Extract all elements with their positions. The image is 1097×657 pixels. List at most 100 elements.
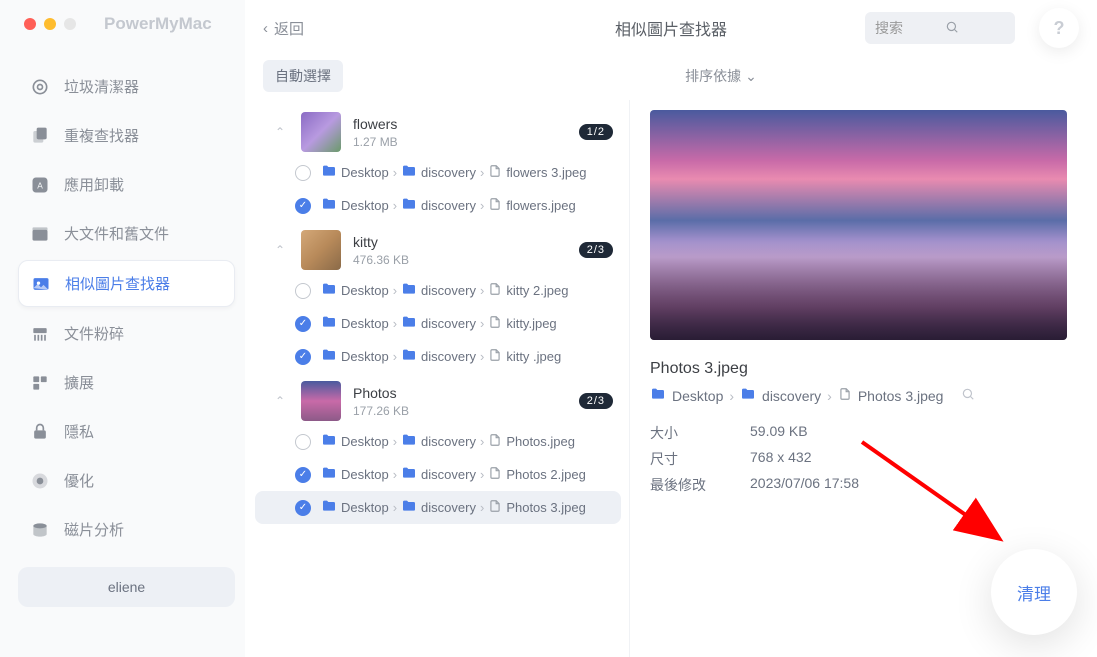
file-path: Desktop›discovery›kitty .jpeg xyxy=(321,347,561,366)
folder-icon xyxy=(401,163,417,182)
folder-icon xyxy=(650,386,666,405)
back-button[interactable]: ‹ 返回 xyxy=(263,18,304,39)
window-controls: PowerMyMac xyxy=(18,14,245,34)
checkbox[interactable] xyxy=(295,198,311,214)
folder-icon xyxy=(321,432,337,451)
sidebar-item-label: 應用卸載 xyxy=(64,174,124,195)
checkbox[interactable] xyxy=(295,283,311,299)
file-icon xyxy=(488,164,502,181)
file-icon xyxy=(488,499,502,516)
sidebar-item-3[interactable]: 大文件和舊文件 xyxy=(18,211,235,256)
file-icon xyxy=(838,387,852,404)
close-window-icon[interactable] xyxy=(24,18,36,30)
file-path: Desktop›discovery›flowers 3.jpeg xyxy=(321,163,587,182)
folder-icon xyxy=(401,314,417,333)
file-name: Photos 2.jpeg xyxy=(506,467,586,482)
sidebar-item-4[interactable]: 相似圖片查找器 xyxy=(18,260,235,307)
group-header: ⌃ flowers 1.27 MB 1/2 xyxy=(255,104,629,156)
group-count-badge: 2/3 xyxy=(579,393,613,409)
file-icon xyxy=(488,348,502,365)
folder-icon xyxy=(401,196,417,215)
file-icon xyxy=(488,282,502,299)
page-title: 相似圖片查找器 xyxy=(615,16,727,40)
group-size: 177.26 KB xyxy=(353,404,409,418)
lock-icon xyxy=(30,422,50,442)
sidebar-item-label: 磁片分析 xyxy=(64,519,124,540)
file-row[interactable]: Desktop›discovery›Photos.jpeg xyxy=(255,425,621,458)
preview-filename: Photos 3.jpeg xyxy=(650,360,1067,378)
sidebar-item-9[interactable]: 磁片分析 xyxy=(18,507,235,552)
rocket-icon xyxy=(30,471,50,491)
group-name: Photos xyxy=(353,385,409,401)
sidebar-item-7[interactable]: 隱私 xyxy=(18,409,235,454)
file-name: Photos 3.jpeg xyxy=(506,500,586,515)
sidebar-item-label: 大文件和舊文件 xyxy=(64,223,169,244)
file-row[interactable]: Desktop›discovery›kitty.jpeg xyxy=(255,307,621,340)
file-path: Desktop›discovery›Photos.jpeg xyxy=(321,432,575,451)
file-row[interactable]: Desktop›discovery›kitty .jpeg xyxy=(255,340,621,373)
app-icon: A xyxy=(30,175,50,195)
reveal-in-finder-icon[interactable] xyxy=(961,387,975,404)
sort-dropdown[interactable]: 排序依據 ⌄ xyxy=(685,66,757,86)
file-row[interactable]: Desktop›discovery›Photos 2.jpeg xyxy=(255,458,621,491)
chevron-left-icon: ‹ xyxy=(263,20,268,37)
broom-icon xyxy=(30,77,50,97)
folder-icon xyxy=(740,386,756,405)
search-placeholder: 搜索 xyxy=(875,18,935,38)
group-name: flowers xyxy=(353,116,398,132)
user-chip[interactable]: eliene xyxy=(18,567,235,607)
checkbox[interactable] xyxy=(295,349,311,365)
sidebar-item-8[interactable]: 優化 xyxy=(18,458,235,503)
chevron-down-icon[interactable]: ⌃ xyxy=(275,125,289,139)
file-icon xyxy=(488,466,502,483)
file-icon xyxy=(488,315,502,332)
back-label: 返回 xyxy=(274,18,304,39)
minimize-window-icon[interactable] xyxy=(44,18,56,30)
checkbox[interactable] xyxy=(295,467,311,483)
checkbox[interactable] xyxy=(295,500,311,516)
file-row[interactable]: Desktop›discovery›kitty 2.jpeg xyxy=(255,274,621,307)
meta-mod-label: 最後修改 xyxy=(650,475,750,495)
search-input[interactable]: 搜索 xyxy=(865,12,1015,44)
checkbox[interactable] xyxy=(295,434,311,450)
folder-icon xyxy=(321,465,337,484)
shred-icon xyxy=(30,324,50,344)
chevron-down-icon[interactable]: ⌃ xyxy=(275,243,289,257)
file-name: flowers.jpeg xyxy=(506,198,575,213)
file-row[interactable]: Desktop›discovery›flowers.jpeg xyxy=(255,189,621,222)
sidebar-item-label: 優化 xyxy=(64,470,94,491)
sidebar-item-6[interactable]: 擴展 xyxy=(18,360,235,405)
file-path: Desktop›discovery›kitty.jpeg xyxy=(321,314,557,333)
sidebar-item-label: 文件粉碎 xyxy=(64,323,124,344)
maximize-window-icon[interactable] xyxy=(64,18,76,30)
sidebar-item-2[interactable]: A 應用卸載 xyxy=(18,162,235,207)
group-count-badge: 2/3 xyxy=(579,242,613,258)
group-name: kitty xyxy=(353,234,409,250)
clean-button[interactable]: 清理 xyxy=(991,549,1077,635)
group-count-badge: 1/2 xyxy=(579,124,613,140)
chevron-down-icon[interactable]: ⌃ xyxy=(275,394,289,408)
group-size: 1.27 MB xyxy=(353,135,398,149)
folder-icon xyxy=(401,465,417,484)
file-row[interactable]: Desktop›discovery›Photos 3.jpeg xyxy=(255,491,621,524)
file-name: Photos.jpeg xyxy=(506,434,575,449)
preview-image xyxy=(650,110,1067,340)
checkbox[interactable] xyxy=(295,316,311,332)
sidebar-item-5[interactable]: 文件粉碎 xyxy=(18,311,235,356)
group-thumbnail xyxy=(301,230,341,270)
auto-select-button[interactable]: 自動選擇 xyxy=(263,60,343,92)
sidebar-item-0[interactable]: 垃圾清潔器 xyxy=(18,64,235,109)
disk-icon xyxy=(30,520,50,540)
folder-icon xyxy=(401,281,417,300)
chevron-down-icon: ⌄ xyxy=(745,68,757,85)
help-button[interactable]: ? xyxy=(1039,8,1079,48)
file-path: Desktop›discovery›Photos 2.jpeg xyxy=(321,465,586,484)
file-icon xyxy=(488,433,502,450)
group-header: ⌃ Photos 177.26 KB 2/3 xyxy=(255,373,629,425)
preview-path: Desktop›discovery›Photos 3.jpeg xyxy=(650,386,1067,405)
folder-icon xyxy=(401,347,417,366)
sidebar-item-label: 相似圖片查找器 xyxy=(65,273,170,294)
file-row[interactable]: Desktop›discovery›flowers 3.jpeg xyxy=(255,156,621,189)
sidebar-item-1[interactable]: 重複查找器 xyxy=(18,113,235,158)
checkbox[interactable] xyxy=(295,165,311,181)
